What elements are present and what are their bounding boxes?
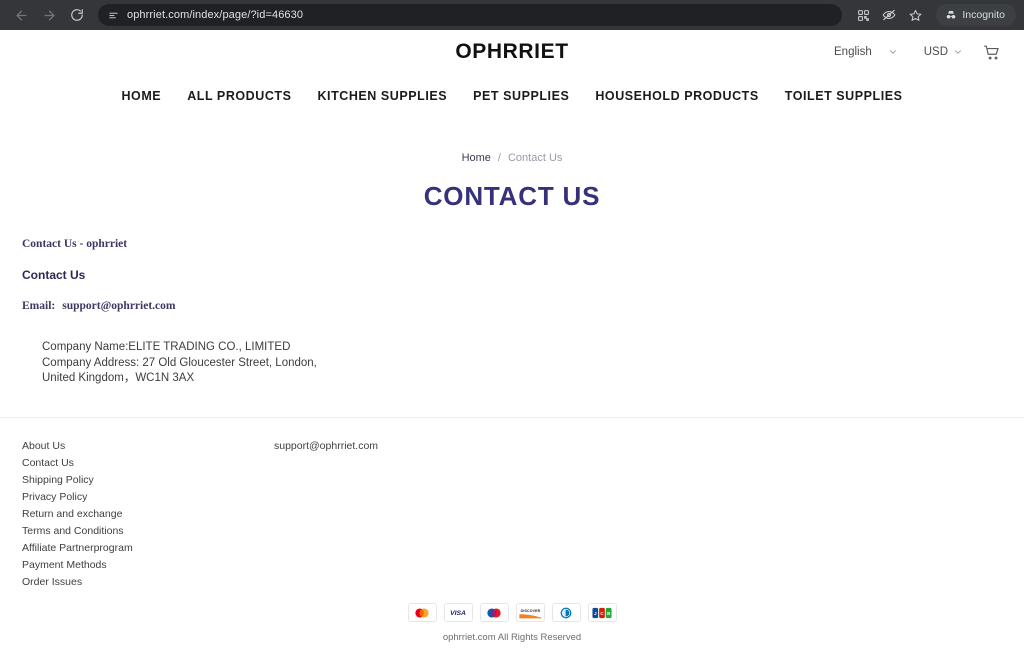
url-text: ophrriet.com/index/page/?id=46630	[127, 9, 304, 21]
breadcrumb-current: Contact Us	[507, 152, 563, 164]
currency-label: USD	[923, 46, 948, 58]
contact-email-label: Email:	[22, 300, 56, 312]
footer-link-shipping-policy[interactable]: Shipping Policy	[22, 472, 274, 489]
site-footer: About Us Contact Us Shipping Policy Priv…	[0, 418, 1024, 648]
site-info-icon[interactable]	[108, 10, 119, 21]
discover-icon: DISCOVER	[515, 603, 545, 622]
main-navigation: HOME ALL PRODUCTS KITCHEN SUPPLIES PET S…	[0, 74, 1024, 118]
mastercard-icon	[407, 603, 437, 622]
svg-text:B: B	[607, 610, 610, 615]
page-viewport: OPHRRIET English USD HOME ALL PRODUCTS K…	[0, 30, 1024, 648]
forward-button[interactable]	[36, 2, 62, 28]
header-utilities: English USD	[828, 43, 1002, 62]
breadcrumb-home[interactable]: Home	[462, 152, 491, 164]
reload-button[interactable]	[64, 2, 90, 28]
nav-item-toilet-supplies[interactable]: TOILET SUPPLIES	[785, 89, 903, 103]
diners-club-icon	[551, 603, 581, 622]
breadcrumb-separator: /	[497, 152, 501, 164]
contact-meta-line: Contact Us - ophrriet	[22, 238, 128, 250]
contact-email-value[interactable]: support@ophrriet.com	[62, 300, 175, 312]
qr-code-icon[interactable]	[852, 4, 874, 26]
address-bar[interactable]: ophrriet.com/index/page/?id=46630	[98, 4, 843, 26]
footer-link-privacy-policy[interactable]: Privacy Policy	[22, 489, 274, 506]
footer-link-affiliate-partnerprogram[interactable]: Affiliate Partnerprogram	[22, 540, 274, 557]
footer-columns: About Us Contact Us Shipping Policy Priv…	[22, 438, 1002, 591]
svg-text:DISCOVER: DISCOVER	[520, 609, 540, 613]
nav-item-all-products[interactable]: ALL PRODUCTS	[187, 89, 291, 103]
chevron-down-icon	[953, 47, 963, 57]
page-title: CONTACT US	[423, 181, 601, 211]
visa-icon: VISA	[443, 603, 473, 622]
incognito-label: Incognito	[962, 9, 1005, 21]
company-name-line: Company Name:ELITE TRADING CO., LIMITED	[42, 341, 291, 353]
language-label: English	[834, 46, 872, 58]
footer-link-terms-and-conditions[interactable]: Terms and Conditions	[22, 523, 274, 540]
tracking-protection-icon[interactable]	[878, 4, 900, 26]
nav-item-home[interactable]: HOME	[121, 89, 161, 103]
footer-link-contact-us[interactable]: Contact Us	[22, 455, 274, 472]
incognito-icon	[945, 9, 957, 21]
chevron-down-icon	[888, 47, 898, 57]
contact-email-row: Email: support@ophrriet.com	[22, 300, 1002, 312]
nav-item-kitchen-supplies[interactable]: KITCHEN SUPPLIES	[317, 89, 447, 103]
back-button[interactable]	[8, 2, 34, 28]
browser-toolbar: ophrriet.com/index/page/?id=46630 Incogn…	[0, 0, 1024, 30]
currency-selector[interactable]: USD	[918, 46, 969, 58]
footer-link-order-issues[interactable]: Order Issues	[22, 574, 274, 591]
jcb-icon: JCB	[587, 603, 617, 622]
contact-heading: Contact Us	[22, 268, 86, 282]
bookmark-star-icon[interactable]	[904, 4, 926, 26]
footer-link-payment-methods[interactable]: Payment Methods	[22, 557, 274, 574]
chrome-actions: Incognito	[852, 4, 1016, 26]
nav-item-pet-supplies[interactable]: PET SUPPLIES	[473, 89, 569, 103]
cart-icon[interactable]	[983, 43, 1002, 62]
nav-item-household-products[interactable]: HOUSEHOLD PRODUCTS	[595, 89, 758, 103]
incognito-indicator[interactable]: Incognito	[936, 4, 1016, 26]
maestro-icon	[479, 603, 509, 622]
copyright-text: ophrriet.com All Rights Reserved	[442, 632, 582, 643]
company-address-block: Company Name:ELITE TRADING CO., LIMITED …	[42, 340, 1002, 387]
site-header: OPHRRIET English USD	[0, 30, 1024, 74]
company-address-line-1: Company Address: 27 Old Gloucester Stree…	[42, 356, 317, 369]
footer-link-list: About Us Contact Us Shipping Policy Priv…	[22, 438, 274, 591]
breadcrumb: Home / Contact Us	[0, 152, 1024, 164]
payment-methods: VISA DISCOVER JCB	[0, 603, 1024, 622]
svg-text:VISA: VISA	[450, 610, 466, 617]
page-content: Contact Us - ophrriet Contact Us Email: s…	[0, 212, 1024, 387]
language-selector[interactable]: English	[828, 46, 904, 58]
footer-link-return-and-exchange[interactable]: Return and exchange	[22, 506, 274, 523]
company-address-line-2: United Kingdom，WC1N 3AX	[42, 372, 195, 384]
footer-link-about-us[interactable]: About Us	[22, 438, 274, 455]
footer-contact-email[interactable]: support@ophrriet.com	[274, 438, 378, 591]
